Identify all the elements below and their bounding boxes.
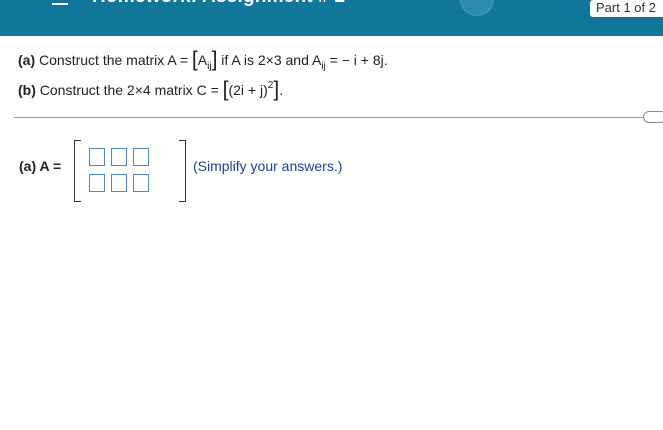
question-a-rule-sub: ij [321, 61, 326, 72]
matrix-cell-r2c2[interactable] [111, 174, 127, 192]
part-indicator-text: Part 1 of 2 [596, 0, 656, 15]
panel-handle[interactable] [643, 111, 663, 123]
answer-matrix [74, 140, 186, 202]
matrix-cell-r2c3[interactable] [133, 174, 149, 192]
question-b-text-end: . [279, 82, 284, 98]
question-a-label: (a) [18, 52, 36, 68]
matrix-left-bracket [74, 140, 81, 202]
question-b-label: (b) [18, 82, 36, 98]
question-a-element: A [197, 52, 208, 68]
circle-button[interactable] [460, 0, 494, 16]
section-divider [14, 117, 654, 118]
top-banner: Homework: Assignment # 2 Part 1 of 2 [0, 0, 663, 36]
matrix-cell-r1c2[interactable] [111, 148, 127, 166]
matrix-right-bracket [179, 140, 186, 202]
matrix-cell-r2c1[interactable] [89, 174, 105, 192]
question-a-text-3: = − i + 8j. [329, 52, 388, 68]
menu-icon[interactable] [52, 0, 68, 6]
question-b-element: (2i + j) [228, 82, 268, 98]
question-b-text-1: Construct the 2×4 matrix C = [39, 82, 219, 98]
question-b: (b) Construct the 2×4 matrix C = [(2i + … [18, 78, 283, 102]
matrix-cell-r1c1[interactable] [89, 148, 105, 166]
question-a-text-1: Construct the matrix A = [39, 52, 189, 68]
question-a: (a) Construct the matrix A = [Aij] if A … [18, 48, 388, 72]
answer-a-label: (a) A = [19, 158, 62, 174]
part-indicator: Part 1 of 2 [590, 0, 663, 17]
homework-title: Homework: Assignment # 2 [92, 0, 345, 8]
question-a-text-2: if A is 2×3 and A [221, 52, 322, 68]
simplify-hint: (Simplify your answers.) [193, 158, 343, 174]
question-a-bracket-close: ] [211, 48, 218, 71]
matrix-cell-r1c3[interactable] [133, 148, 149, 166]
